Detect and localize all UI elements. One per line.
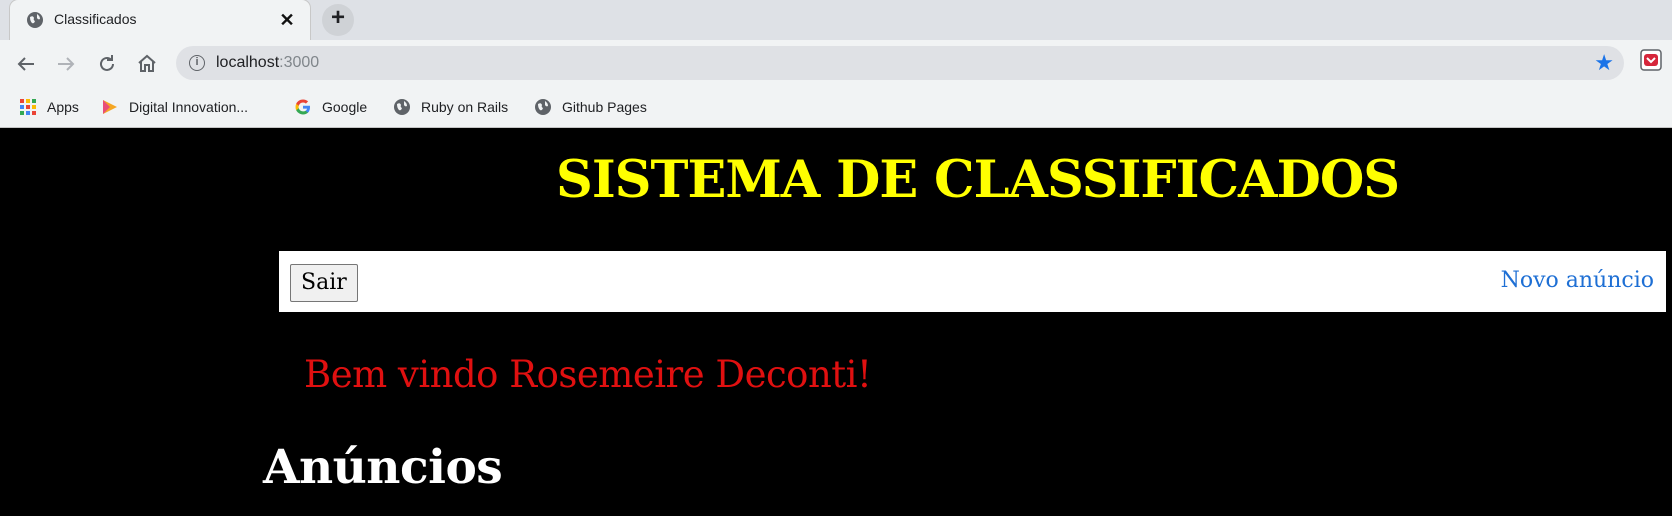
globe-icon bbox=[535, 99, 551, 115]
page-title: SISTEMA DE CLASSIFICADOS bbox=[556, 150, 1400, 210]
bookmark-label: Google bbox=[322, 99, 368, 115]
bookmark-google[interactable]: Google bbox=[294, 96, 367, 118]
logout-button[interactable]: Sair bbox=[290, 264, 358, 302]
bookmark-star-icon[interactable]: ★ bbox=[1594, 51, 1614, 76]
page-content: SISTEMA DE CLASSIFICADOS Sair Novo anúnc… bbox=[0, 128, 1672, 516]
section-heading: Anúncios bbox=[263, 440, 503, 495]
reload-icon[interactable] bbox=[95, 52, 119, 76]
close-icon[interactable]: ✕ bbox=[276, 9, 298, 31]
bookmark-digital-innovation[interactable]: Digital Innovation... bbox=[101, 96, 248, 118]
url-text[interactable]: localhost:3000 bbox=[216, 54, 319, 72]
home-icon[interactable] bbox=[135, 52, 159, 76]
nav-bar: Sair Novo anúncio bbox=[279, 251, 1666, 312]
info-icon[interactable]: i bbox=[189, 55, 205, 71]
globe-icon bbox=[27, 12, 43, 28]
browser-toolbar: i localhost:3000 ★ bbox=[0, 40, 1672, 87]
bookmark-apps[interactable]: Apps bbox=[19, 96, 79, 118]
bookmark-label: Github Pages bbox=[562, 99, 647, 115]
browser-tab[interactable]: Classificados ✕ bbox=[10, 0, 310, 40]
forward-arrow-icon[interactable] bbox=[54, 52, 78, 76]
bookmarks-bar: Apps Digital Innovation... Google Ruby o… bbox=[0, 87, 1672, 128]
tab-title: Classificados bbox=[54, 11, 137, 27]
play-logo-icon bbox=[103, 100, 117, 114]
bookmark-ruby-on-rails[interactable]: Ruby on Rails bbox=[393, 96, 508, 118]
bookmark-label: Ruby on Rails bbox=[421, 99, 509, 115]
bookmark-label: Digital Innovation... bbox=[129, 99, 249, 115]
new-tab-button[interactable]: + bbox=[322, 4, 354, 36]
apps-grid-icon bbox=[20, 99, 36, 115]
bookmark-github-pages[interactable]: Github Pages bbox=[534, 96, 647, 118]
bookmark-label: Apps bbox=[47, 99, 79, 115]
new-ad-link[interactable]: Novo anúncio bbox=[1501, 268, 1654, 293]
address-bar[interactable]: i localhost:3000 ★ bbox=[176, 46, 1624, 80]
google-g-icon bbox=[295, 99, 310, 115]
globe-icon bbox=[394, 99, 410, 115]
tab-strip: Classificados ✕ + bbox=[0, 0, 1672, 40]
back-arrow-icon[interactable] bbox=[14, 52, 38, 76]
pocket-extension-icon[interactable] bbox=[1640, 49, 1662, 71]
welcome-message: Bem vindo Rosemeire Deconti! bbox=[304, 353, 872, 396]
